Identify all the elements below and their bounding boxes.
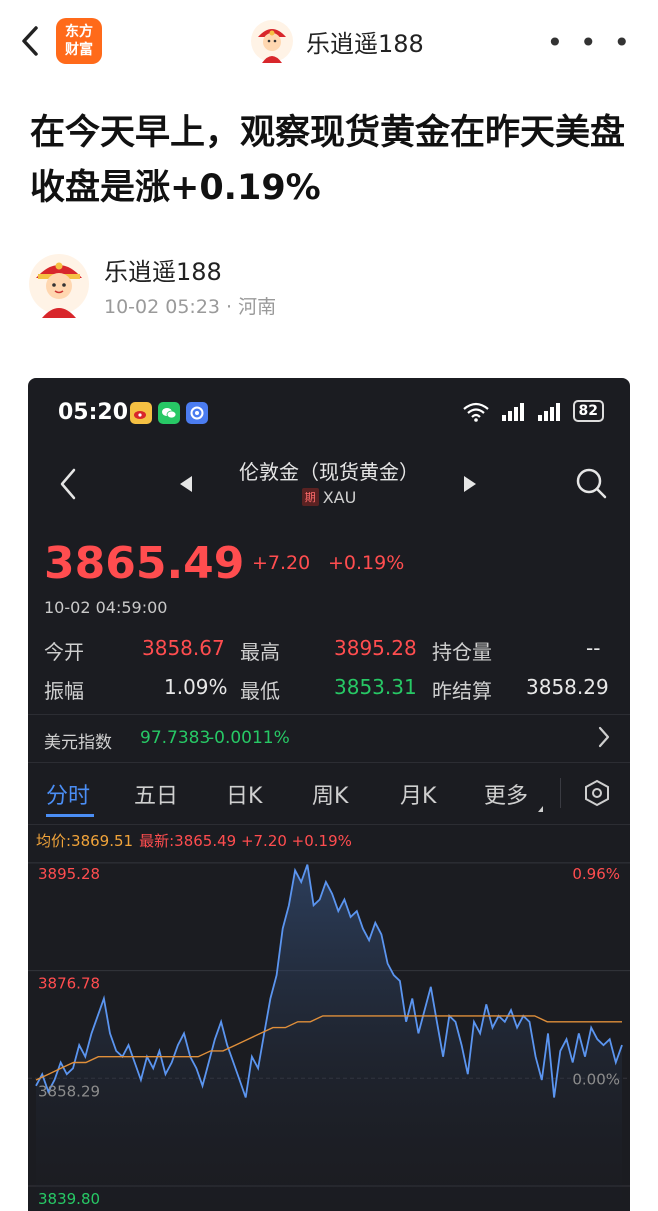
instrument-name: 伦敦金（现货黄金） (239, 460, 419, 484)
browser-icon (186, 402, 208, 424)
y-tick-label: 3876.78 (38, 975, 100, 993)
y-tick-label: 3839.80 (38, 1190, 100, 1208)
price-area (36, 864, 622, 1211)
divider (28, 824, 630, 825)
article-title: 在今天早上，观察现货黄金在昨天美盘收盘是涨+0.19% (30, 113, 626, 208)
quote-time: 10-02 04:59:00 (44, 598, 168, 617)
prev-settle-value: 3858.29 (526, 675, 609, 699)
avatar[interactable] (28, 250, 90, 318)
tab-five-day[interactable]: 五日 (134, 778, 178, 810)
status-right: 82 (461, 400, 604, 422)
quote-screenshot: 05:20 82 伦敦金（现货黄金） 期 XAU 3865.49 +7.20 +… (28, 378, 630, 1211)
chevron-left-icon[interactable] (14, 22, 48, 60)
amplitude-value: 1.09% (164, 675, 228, 699)
open-interest-value: -- (586, 636, 601, 660)
status-app-icons (130, 402, 208, 424)
usd-index-label[interactable]: 美元指数 (44, 728, 112, 753)
post-meta: 10-02 05:23 · 河南 (104, 296, 277, 318)
settings-hexagon-icon[interactable] (582, 778, 612, 808)
avatar[interactable] (250, 19, 294, 63)
top-bar: 东方 财富 乐逍遥188 • • • (0, 0, 658, 82)
chart-legend: 均价:3869.51 最新:3865.49 +7.20 +0.19% (36, 830, 352, 851)
logo-line-2: 财富 (65, 42, 93, 58)
prev-settle-label: 昨结算 (432, 679, 492, 703)
pct-axis-label: 0.00% (572, 1070, 620, 1088)
tab-intraday[interactable]: 分时 (46, 778, 90, 810)
usd-index-value: 97.7383 (140, 728, 211, 748)
y-tick-label: 3895.28 (38, 865, 100, 883)
high-label: 最高 (240, 640, 280, 664)
tab-monthly-k[interactable]: 月K (400, 778, 436, 810)
wechat-icon (158, 402, 180, 424)
caret-icon (538, 806, 543, 812)
open-interest-label: 持仓量 (432, 640, 492, 664)
tab-active-indicator (46, 814, 94, 817)
open-value: 3858.67 (142, 636, 225, 660)
divider (560, 778, 561, 808)
last-price: 3865.49 (44, 538, 245, 589)
tab-more[interactable]: 更多 (484, 778, 528, 810)
price-change: +7.20 (252, 552, 311, 574)
top-author-name: 乐逍遥188 (306, 29, 424, 58)
more-dots-icon[interactable]: • • • (547, 26, 634, 59)
top-author[interactable]: 乐逍遥188 (250, 18, 424, 64)
low-value: 3853.31 (334, 675, 417, 699)
avg-price-text: 均价:3869.51 (36, 832, 134, 850)
open-label: 今开 (44, 640, 84, 664)
instrument-code: 期 XAU (28, 488, 630, 507)
app-logo[interactable]: 东方 财富 (56, 18, 102, 64)
high-value: 3895.28 (334, 636, 417, 660)
search-icon[interactable] (574, 466, 608, 500)
author-name[interactable]: 乐逍遥188 (104, 252, 222, 287)
chevron-right-icon[interactable] (596, 724, 612, 750)
status-time: 05:20 (58, 400, 129, 425)
tab-daily-k[interactable]: 日K (226, 778, 262, 810)
weibo-icon (130, 402, 152, 424)
wifi-icon (462, 402, 489, 422)
divider (28, 762, 630, 763)
usd-index-change: -0.0011% (208, 728, 290, 748)
battery-icon: 82 (572, 400, 604, 422)
futures-tag: 期 (301, 488, 319, 506)
signal-icon (537, 403, 560, 421)
tab-weekly-k[interactable]: 周K (312, 778, 348, 810)
logo-line-1: 东方 (65, 24, 93, 40)
amplitude-label: 振幅 (44, 679, 84, 703)
low-label: 最低 (240, 679, 280, 703)
y-tick-label: 3858.29 (38, 1082, 100, 1100)
signal-icon (501, 403, 524, 421)
divider (28, 714, 630, 715)
intraday-chart[interactable]: 3895.28 3876.78 3858.29 3839.80 0.96% 0.00% (28, 850, 630, 1211)
latest-price-text: 最新:3865.49 +7.20 +0.19% (139, 832, 352, 850)
instrument-symbol: XAU (322, 488, 357, 507)
pct-axis-label: 0.96% (572, 865, 620, 883)
price-change-pct: +0.19% (328, 552, 405, 574)
next-instrument-icon[interactable] (464, 476, 476, 492)
